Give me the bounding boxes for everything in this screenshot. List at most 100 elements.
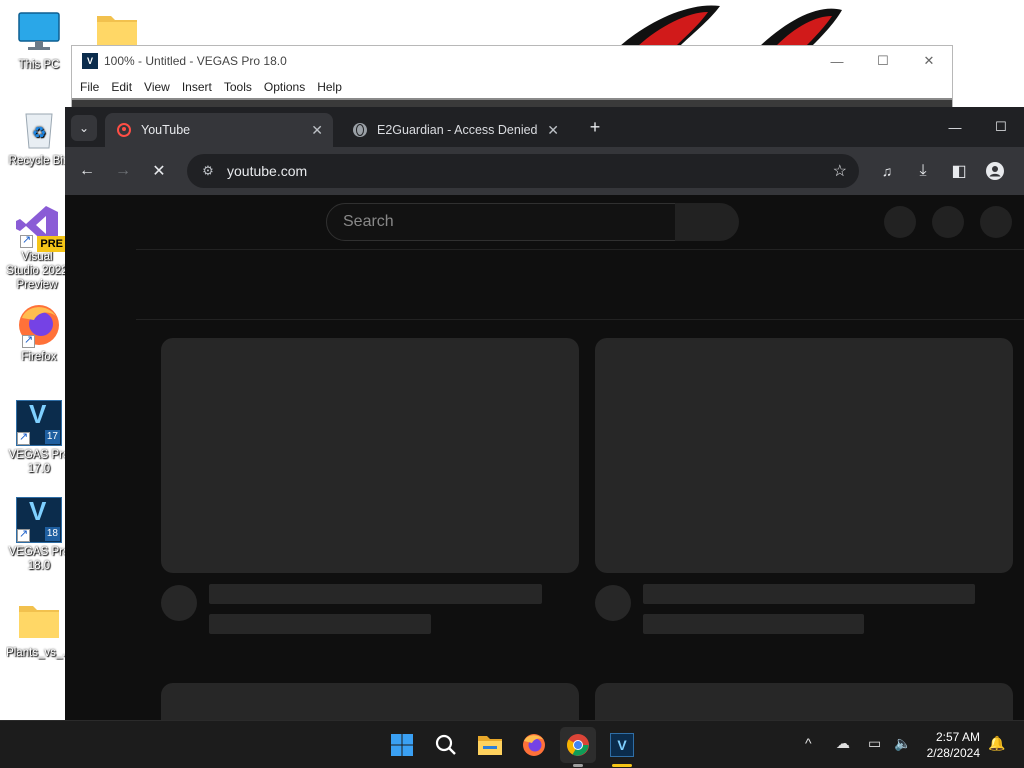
globe-favicon-icon — [353, 123, 367, 137]
taskbar-file-explorer[interactable] — [472, 727, 508, 763]
monitor-icon — [16, 10, 62, 56]
menu-file[interactable]: File — [80, 80, 99, 94]
video-thumbnail-placeholder[interactable] — [161, 683, 579, 720]
windows-logo-icon — [391, 734, 413, 756]
chevron-down-icon: ⌄ — [78, 121, 90, 135]
channel-avatar-placeholder — [595, 585, 631, 621]
youtube-favicon-icon — [117, 123, 131, 137]
tab-youtube[interactable]: YouTube ✕ — [105, 113, 333, 147]
youtube-search-input[interactable]: Search — [326, 203, 676, 241]
channel-avatar-placeholder — [161, 585, 197, 621]
desktop-icon-plants-folder[interactable]: Plants_vs_... — [6, 598, 72, 660]
plus-icon: + — [589, 116, 601, 137]
vegas-pro-icon: V 17 — [16, 400, 62, 446]
maximize-icon[interactable]: ☐ — [860, 46, 906, 76]
forward-arrow-icon[interactable]: → — [109, 157, 137, 185]
desktop-icon-label: This PC — [18, 59, 60, 71]
media-controls-icon[interactable]: ♫ — [873, 157, 901, 185]
taskbar-firefox[interactable] — [516, 727, 552, 763]
download-icon[interactable]: ⤓ — [909, 157, 937, 185]
firefox-icon — [523, 734, 545, 756]
header-placeholder-circle[interactable] — [980, 206, 1012, 238]
chrome-window[interactable]: ⌄ YouTube ✕ E2Guardian - Access Denied ✕… — [65, 107, 1024, 720]
close-icon[interactable]: ✕ — [906, 46, 952, 76]
video-thumbnail-placeholder[interactable] — [595, 683, 1013, 720]
desktop-icon-label: VEGAS Pro 18.0 — [8, 546, 70, 572]
header-placeholder-circle[interactable] — [932, 206, 964, 238]
minimize-icon[interactable]: — — [932, 107, 978, 147]
video-thumbnail-placeholder[interactable] — [161, 338, 579, 573]
notification-bell-icon[interactable]: 🔔 — [988, 735, 1005, 752]
recycle-bin-icon: ♻ — [16, 106, 62, 152]
new-tab-button[interactable]: + — [583, 115, 607, 139]
desktop-icon-visual-studio[interactable]: PRE Visual Studio 2022 Preview — [4, 202, 70, 292]
taskbar: V ^ ☁ ▭ 🔈 2:57 AM 2/28/2024 🔔 — [0, 720, 1024, 768]
shortcut-arrow-icon — [22, 333, 35, 348]
shortcut-arrow-icon — [20, 233, 33, 248]
shortcut-arrow-icon — [17, 527, 30, 542]
chrome-icon — [567, 734, 589, 756]
desktop-icon-firefox[interactable]: Firefox — [6, 302, 72, 364]
taskbar-clock[interactable]: 2:57 AM 2/28/2024 — [927, 729, 980, 761]
start-button[interactable] — [384, 727, 420, 763]
minimize-icon[interactable]: — — [814, 46, 860, 76]
tab-search-button[interactable]: ⌄ — [71, 115, 97, 141]
clock-date: 2/28/2024 — [926, 746, 980, 760]
version-badge: 17 — [44, 430, 60, 444]
taskbar-chrome[interactable] — [560, 727, 596, 767]
desktop-icon-label: VEGAS Pro 17.0 — [8, 449, 70, 475]
vegas-window-title: 100% - Untitled - VEGAS Pro 18.0 — [104, 54, 287, 68]
svg-text:♻: ♻ — [32, 123, 46, 142]
desktop-icon-vegas-17[interactable]: V 17 VEGAS Pro 17.0 — [6, 400, 72, 476]
folder-icon[interactable] — [95, 12, 139, 46]
vegas-pro-window[interactable]: V 100% - Untitled - VEGAS Pro 18.0 — ☐ ✕… — [71, 45, 953, 115]
desktop-icon-vegas-18[interactable]: V 18 VEGAS Pro 18.0 — [6, 497, 72, 573]
stop-loading-icon[interactable]: ✕ — [145, 157, 173, 185]
taskbar-vegas-pro[interactable]: V — [604, 727, 640, 767]
preview-badge: PRE — [37, 236, 66, 252]
onedrive-offline-icon[interactable]: ☁ — [836, 735, 850, 752]
menu-options[interactable]: Options — [264, 80, 305, 94]
firefox-icon — [16, 302, 62, 348]
menu-edit[interactable]: Edit — [111, 80, 132, 94]
header-placeholder-circle[interactable] — [884, 206, 916, 238]
side-panel-icon[interactable]: ◧ — [945, 157, 973, 185]
profile-icon[interactable] — [981, 157, 1009, 185]
maximize-icon[interactable]: ☐ — [978, 107, 1024, 147]
tab-close-icon[interactable]: ✕ — [547, 122, 559, 139]
tab-title: E2Guardian - Access Denied — [377, 123, 538, 137]
bookmark-star-icon[interactable]: ☆ — [833, 161, 847, 181]
site-settings-icon[interactable]: ⚙ — [193, 163, 223, 179]
desktop-icon-this-pc[interactable]: This PC — [6, 10, 72, 72]
volume-muted-icon[interactable]: 🔈 — [894, 735, 911, 752]
taskbar-search-button[interactable] — [428, 727, 464, 763]
address-bar[interactable]: ⚙ youtube.com ☆ — [187, 154, 859, 188]
vegas-menubar: File Edit View Insert Tools Options Help — [72, 76, 952, 98]
folder-icon — [478, 736, 502, 755]
tab-e2guardian[interactable]: E2Guardian - Access Denied ✕ — [341, 113, 569, 147]
menu-help[interactable]: Help — [317, 80, 342, 94]
youtube-search-button[interactable] — [675, 203, 739, 241]
network-icon[interactable]: ▭ — [868, 735, 881, 752]
show-hidden-icons-icon[interactable]: ^ — [805, 735, 812, 751]
menu-insert[interactable]: Insert — [182, 80, 212, 94]
menu-view[interactable]: View — [144, 80, 170, 94]
video-thumbnail-placeholder[interactable] — [595, 338, 1013, 573]
tab-close-icon[interactable]: ✕ — [311, 122, 323, 139]
desktop-icon-recycle-bin[interactable]: ♻ Recycle Bin — [6, 106, 72, 168]
visual-studio-icon: PRE — [14, 202, 66, 252]
back-arrow-icon[interactable]: ← — [73, 157, 101, 185]
title-placeholder — [209, 584, 542, 604]
tab-strip: ⌄ YouTube ✕ E2Guardian - Access Denied ✕… — [65, 107, 1024, 147]
vegas-titlebar[interactable]: V 100% - Untitled - VEGAS Pro 18.0 — ☐ ✕ — [72, 46, 952, 76]
browser-toolbar: ← → ✕ ⚙ youtube.com ☆ ♫ ⤓ ◧ — [65, 147, 1024, 195]
menu-tools[interactable]: Tools — [224, 80, 252, 94]
url-text[interactable]: youtube.com — [227, 163, 307, 179]
divider — [136, 319, 1024, 320]
tab-title: YouTube — [141, 123, 191, 137]
vegas-pro-icon: V — [610, 733, 634, 757]
version-badge: 18 — [44, 527, 60, 541]
folder-icon — [16, 598, 62, 644]
clock-time: 2:57 AM — [935, 730, 980, 744]
search-placeholder: Search — [343, 213, 394, 230]
